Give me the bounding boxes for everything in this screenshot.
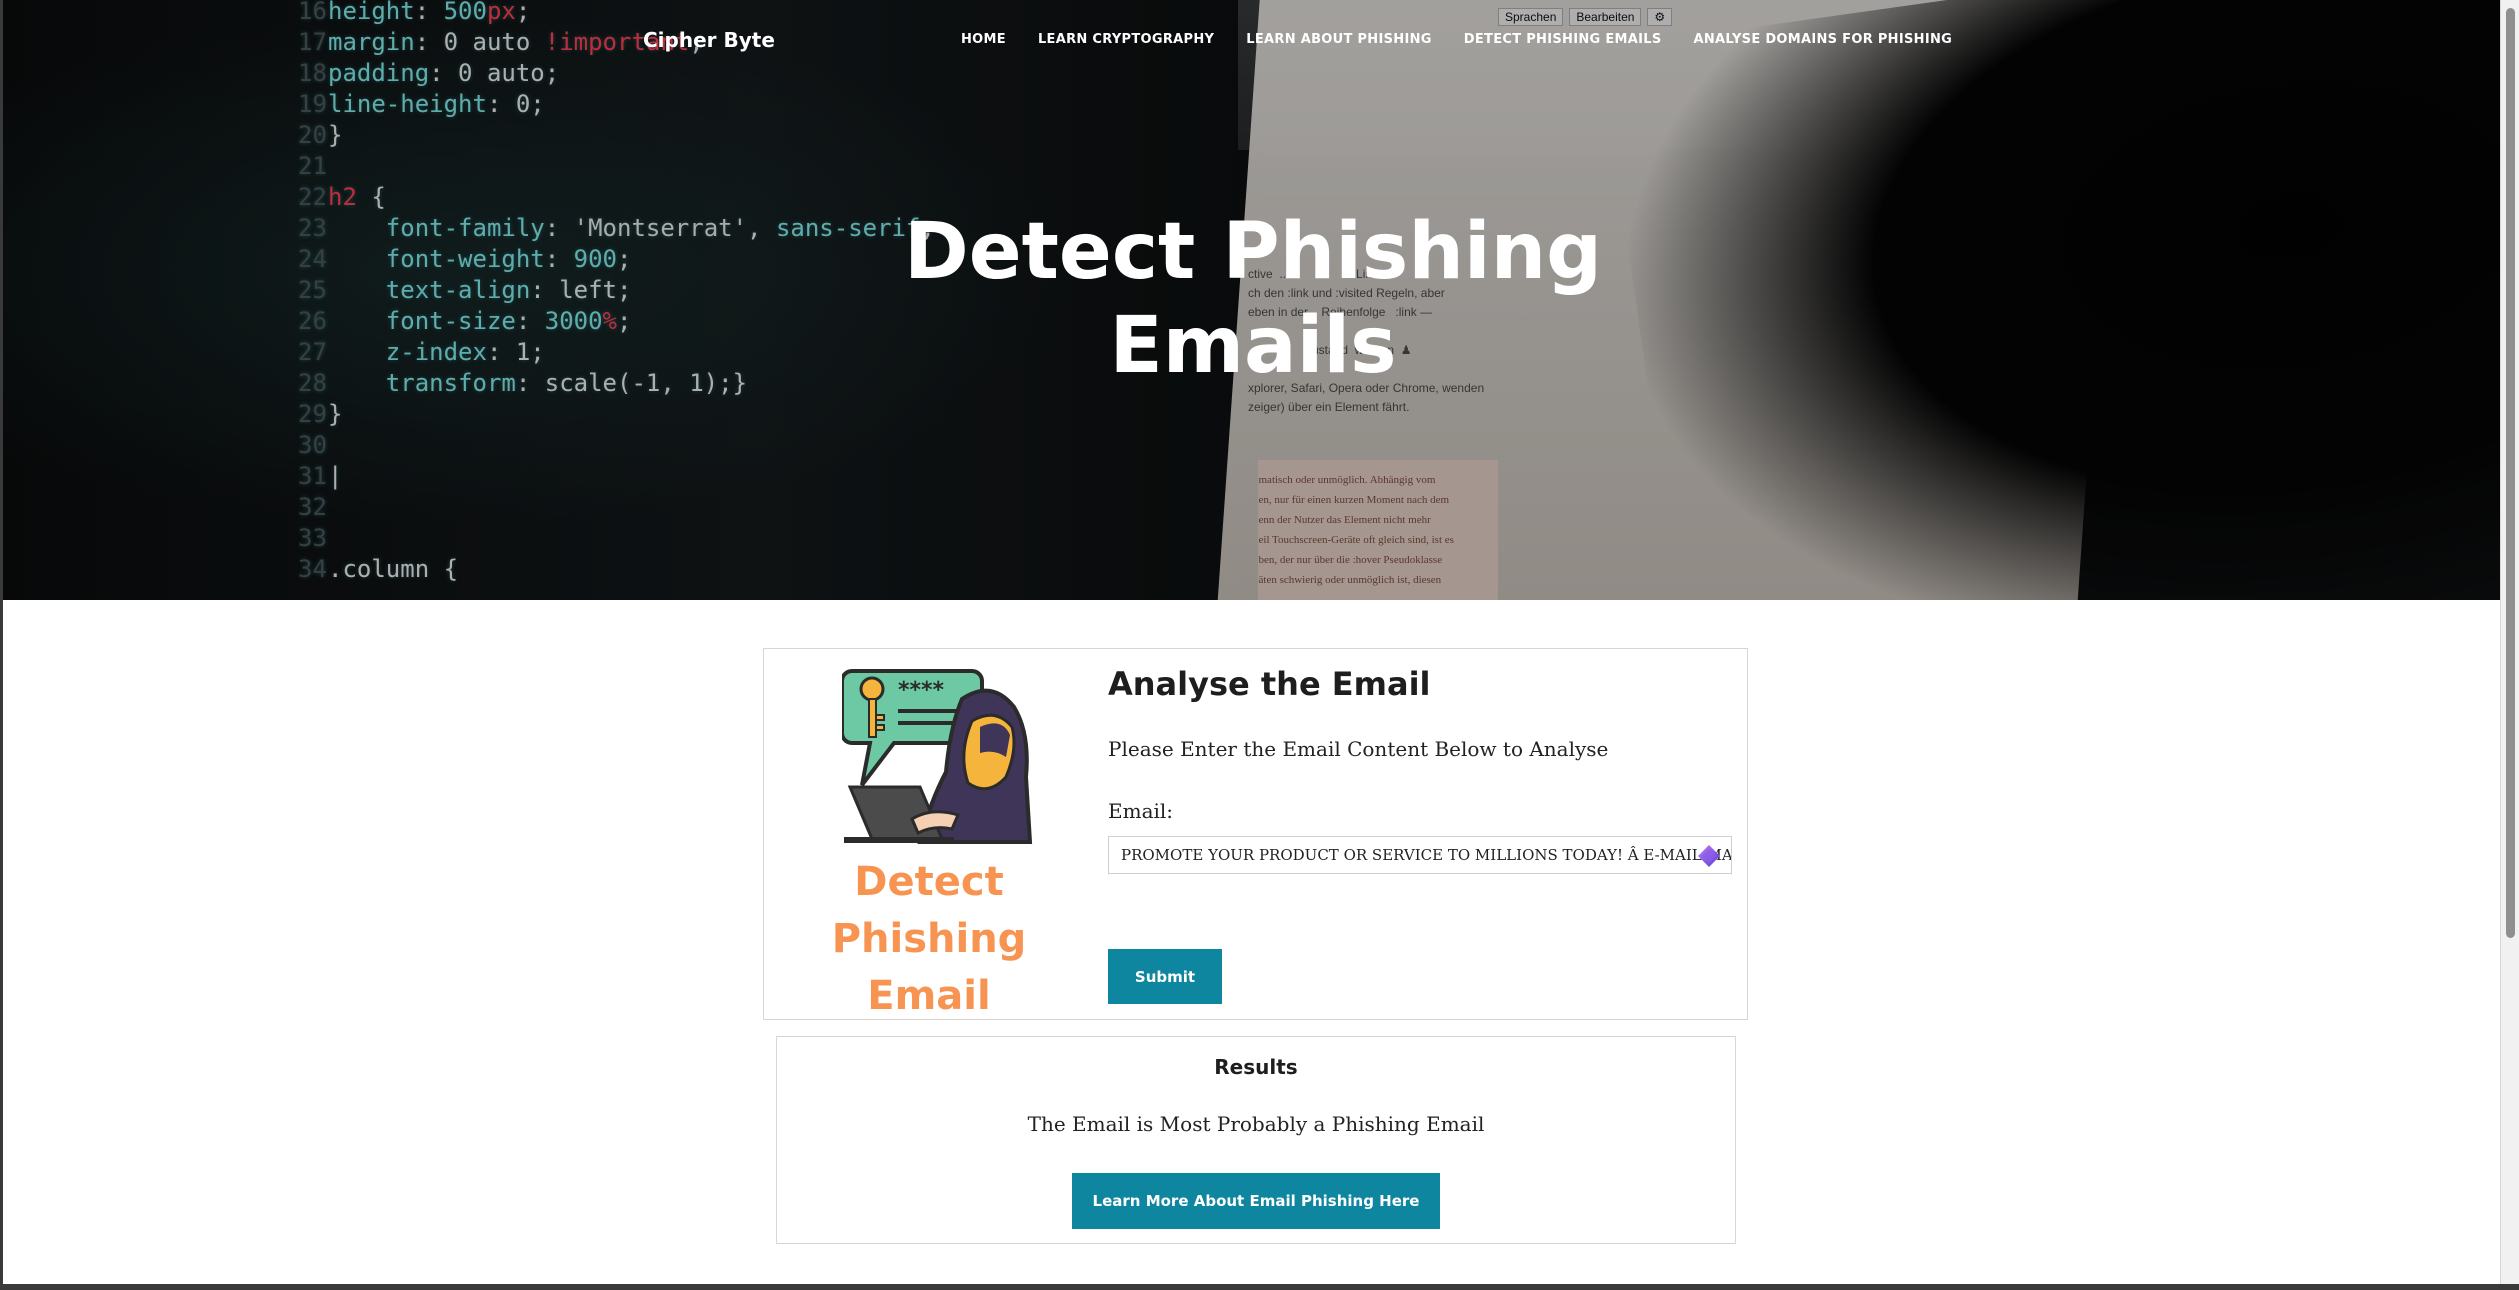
results-message: The Email is Most Probably a Phishing Em… (1027, 1112, 1485, 1136)
svg-text:****: **** (898, 678, 945, 703)
learn-more-button[interactable]: Learn More About Email Phishing Here (1072, 1173, 1440, 1229)
gem-extension-icon[interactable] (1697, 844, 1721, 868)
email-label: Email: (1108, 799, 1174, 823)
nav-learn-cryptography[interactable]: LEARN CRYPTOGRAPHY (1038, 32, 1214, 47)
illustration-caption-line-2: Email (867, 973, 991, 1019)
analyse-email-card: **** Detect Phishing Email Analyse the E… (763, 648, 1748, 1020)
hero-banner: 16height: 500px; 17margin: 0 auto !impor… (3, 0, 2503, 600)
analyse-title: Analyse the Email (1108, 665, 1431, 703)
brand-logo[interactable]: Cipher Byte (643, 28, 775, 52)
browser-viewport: 16height: 500px; 17margin: 0 auto !impor… (0, 0, 2519, 1290)
results-title: Results (1214, 1055, 1298, 1079)
page-scrollbar[interactable] (2500, 0, 2519, 1284)
email-content-input[interactable]: PROMOTE YOUR PRODUCT OR SERVICE TO MILLI… (1108, 836, 1732, 874)
submit-button[interactable]: Submit (1108, 949, 1222, 1004)
hero-title-line-2: Emails (1109, 301, 1397, 391)
nav-home[interactable]: HOME (961, 32, 1006, 47)
nav-detect-phishing-emails[interactable]: DETECT PHISHING EMAILS (1464, 32, 1662, 47)
nav-analyse-domains[interactable]: ANALYSE DOMAINS FOR PHISHING (1693, 32, 1952, 47)
analyse-subtitle: Please Enter the Email Content Below to … (1108, 737, 1609, 761)
illustration-caption-line-1: Detect Phishing (831, 859, 1027, 962)
nav-learn-about-phishing[interactable]: LEARN ABOUT PHISHING (1246, 32, 1432, 47)
hero-title-line-1: Detect Phishing (903, 207, 1602, 297)
hero-title: Detect Phishing Emails (3, 205, 2503, 393)
phishing-hacker-illustration-icon: **** (842, 669, 1033, 844)
illustration-caption: Detect Phishing Email (764, 854, 1094, 1025)
results-card: Results The Email is Most Probably a Phi… (776, 1036, 1736, 1244)
main-nav: HOME LEARN CRYPTOGRAPHY LEARN ABOUT PHIS… (961, 32, 1984, 47)
scrollbar-thumb[interactable] (2506, 8, 2515, 938)
